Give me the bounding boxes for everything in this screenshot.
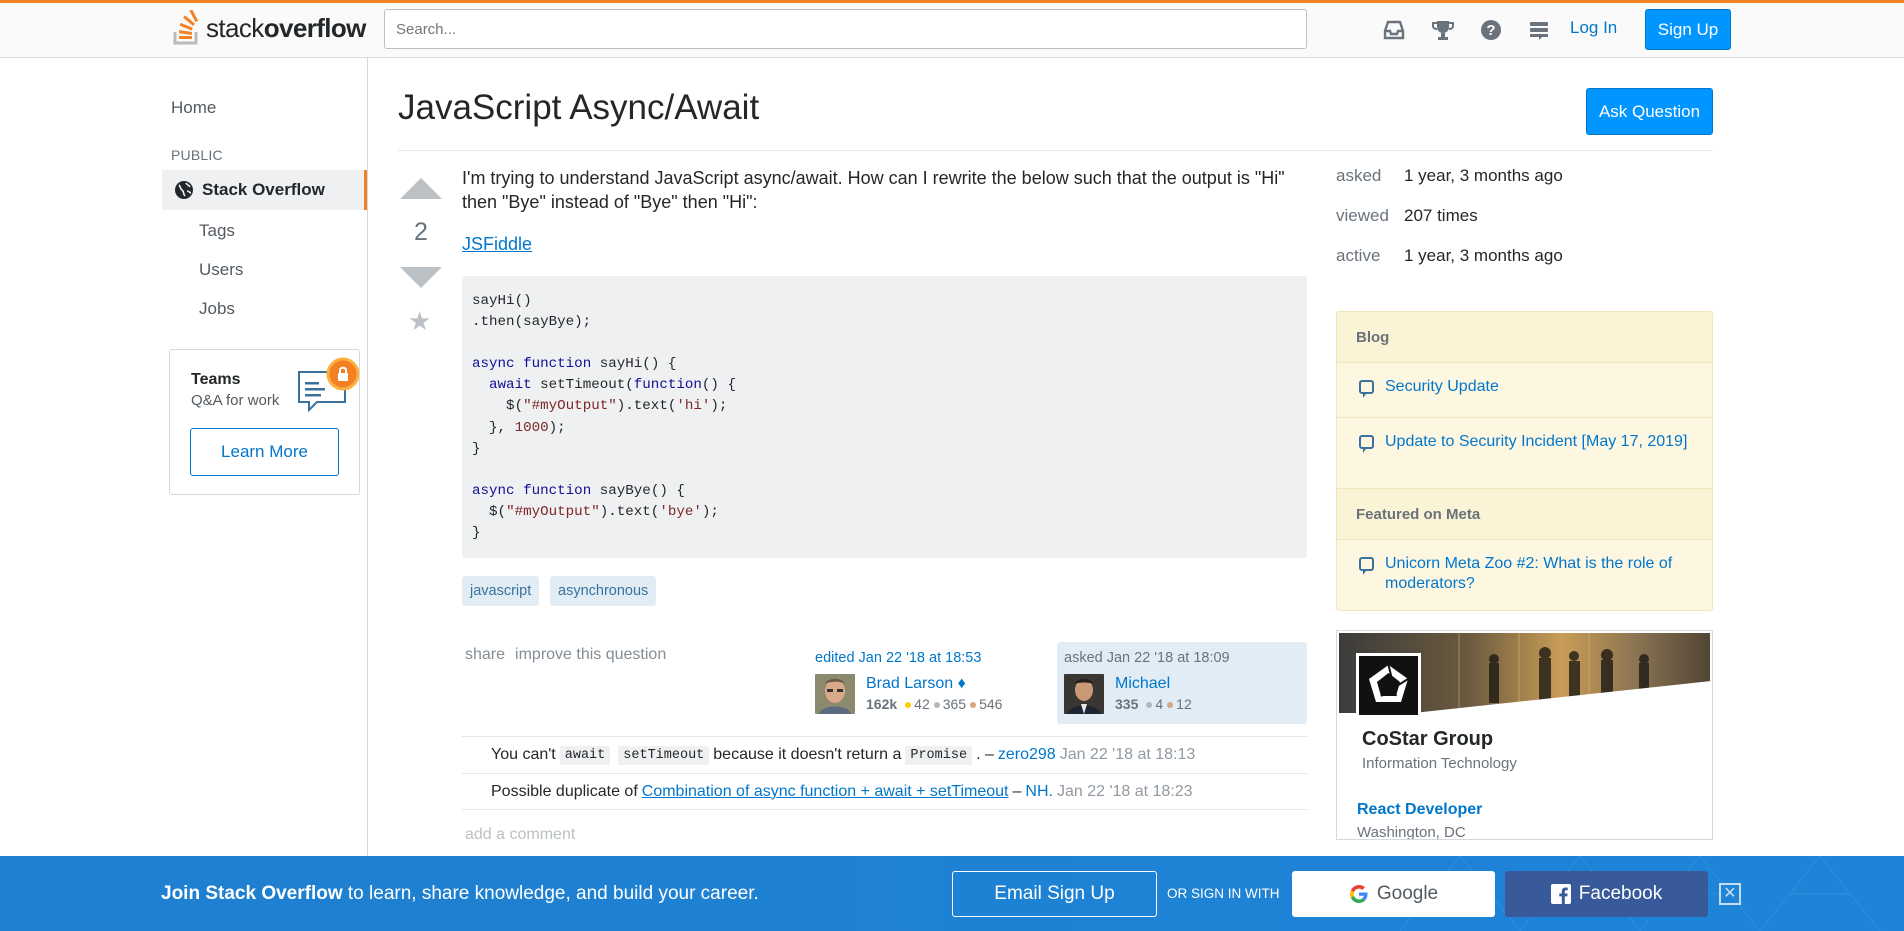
ask-question-button[interactable]: Ask Question <box>1586 88 1713 135</box>
costar-logo <box>1356 653 1421 718</box>
stackoverflow-logo-icon <box>173 10 199 45</box>
blog-item[interactable]: Security Update <box>1337 363 1712 418</box>
editor-avatar-image <box>815 674 855 714</box>
facebook-signin-button[interactable]: Facebook <box>1505 871 1708 917</box>
costar-logo-icon <box>1369 664 1409 702</box>
search-input[interactable] <box>384 9 1307 49</box>
question-body: I'm trying to understand JavaScript asyn… <box>462 168 1285 212</box>
left-sidebar: Home PUBLIC Stack Overflow Tags Users Jo… <box>0 58 368 858</box>
editor-reputation: 162k 42 365 546 <box>866 696 1003 712</box>
globe-icon <box>175 181 193 199</box>
speech-bubble-icon <box>1359 435 1374 453</box>
comment-date: Jan 22 '18 at 18:23 <box>1056 782 1193 800</box>
meta-viewed: viewed 207 times <box>1336 206 1478 225</box>
ad-job-title[interactable]: React Developer <box>1357 801 1482 819</box>
title-divider <box>398 150 1713 151</box>
duplicate-link[interactable]: Combination of async function + await + … <box>642 783 1009 801</box>
google-signin-button[interactable]: Google <box>1292 871 1495 917</box>
asker-avatar-image <box>1064 674 1104 714</box>
blog-widget: Blog Security Update Update to Security … <box>1336 311 1713 611</box>
site-switcher-icon[interactable] <box>1526 17 1552 43</box>
google-icon <box>1349 885 1368 903</box>
signup-banner-text: Join Stack Overflow to learn, share know… <box>161 883 759 904</box>
comment: Possible duplicate of Combination of asy… <box>462 773 1307 810</box>
sidebar-item-jobs[interactable]: Jobs <box>199 299 235 319</box>
edited-user-card: edited Jan 22 '18 at 18:53 Brad Larson ♦… <box>808 642 1033 724</box>
ad-location: Washington, DC <box>1357 824 1466 840</box>
vote-count: 2 <box>414 218 428 246</box>
post-menu: share improve this question <box>465 646 676 664</box>
code-block: sayHi() .then(sayBye); async function sa… <box>462 276 1307 558</box>
avatar[interactable] <box>1064 674 1104 714</box>
asked-timestamp: asked Jan 22 '18 at 18:09 <box>1064 650 1230 666</box>
sidebar-item-users[interactable]: Users <box>199 260 243 280</box>
asker-reputation: 335 4 12 <box>1115 696 1192 712</box>
teams-title: Teams <box>191 371 241 388</box>
meta-active: active 1 year, 3 months ago <box>1336 246 1563 265</box>
login-link[interactable]: Log In <box>1570 18 1617 38</box>
facebook-icon <box>1550 884 1571 904</box>
sidebar-item-label: Stack Overflow <box>202 180 325 199</box>
downvote-icon[interactable] <box>400 267 442 288</box>
ad-company-name[interactable]: CoStar Group <box>1362 728 1493 751</box>
comments-list: You can't await setTimeout because it doe… <box>462 736 1307 810</box>
top-bar: stackoverflow ? Log In Sign Up <box>0 0 1904 58</box>
signup-button[interactable]: Sign Up <box>1645 9 1731 50</box>
editor-name[interactable]: Brad Larson ♦ <box>866 675 966 693</box>
question-title[interactable]: JavaScript Async/Await <box>398 88 759 128</box>
comment-user-link[interactable]: NH. <box>1025 783 1053 801</box>
close-icon[interactable]: ✕ <box>1719 883 1741 905</box>
add-comment-link[interactable]: add a comment <box>465 826 575 844</box>
logo-text: stackoverflow <box>206 12 366 43</box>
tag-javascript[interactable]: javascript <box>462 576 540 606</box>
sidebar-item-stackoverflow[interactable]: Stack Overflow <box>162 170 367 210</box>
sidebar-item-tags[interactable]: Tags <box>199 221 235 241</box>
teams-illustration-icon <box>298 357 359 413</box>
sidebar-section-public: PUBLIC <box>171 147 223 163</box>
comment-date: Jan 22 '18 at 18:13 <box>1059 746 1196 763</box>
comment: You can't await setTimeout because it doe… <box>462 736 1307 773</box>
share-link[interactable]: share <box>465 646 505 663</box>
featured-meta-header: Featured on Meta <box>1337 489 1712 540</box>
sidebar-item-home[interactable]: Home <box>171 98 216 118</box>
speech-bubble-icon <box>1359 557 1374 575</box>
jsfiddle-link[interactable]: JSFiddle <box>462 234 532 255</box>
edited-timestamp[interactable]: edited Jan 22 '18 at 18:53 <box>815 650 981 666</box>
trophy-icon[interactable] <box>1430 17 1456 43</box>
asker-name[interactable]: Michael <box>1115 675 1170 693</box>
signup-banner: Join Stack Overflow to learn, share know… <box>0 856 1904 931</box>
improve-question-link[interactable]: improve this question <box>515 646 666 663</box>
job-ad[interactable]: CoStar Group Information Technology Reac… <box>1336 630 1713 840</box>
ad-industry: Information Technology <box>1362 755 1517 772</box>
inbox-icon[interactable] <box>1381 17 1407 43</box>
asked-user-card: asked Jan 22 '18 at 18:09 Michael 335 4 12 <box>1057 642 1307 724</box>
blog-item[interactable]: Unicorn Meta Zoo #2: What is the role of… <box>1337 540 1712 610</box>
speech-bubble-icon <box>1359 380 1374 398</box>
help-icon[interactable]: ? <box>1478 17 1504 43</box>
teams-promo: Teams Q&A for work Learn More <box>169 349 360 495</box>
blog-header: Blog <box>1337 312 1712 363</box>
favorite-star-icon[interactable]: ★ <box>408 308 431 334</box>
upvote-icon[interactable] <box>400 178 442 199</box>
stackoverflow-logo[interactable]: stackoverflow <box>172 8 366 48</box>
tag-asynchronous[interactable]: asynchronous <box>550 576 657 606</box>
or-sign-in-label: OR SIGN IN WITH <box>1167 886 1280 901</box>
meta-asked: asked 1 year, 3 months ago <box>1336 166 1563 185</box>
learn-more-button[interactable]: Learn More <box>190 428 339 476</box>
comment-user-link[interactable]: zero298 <box>998 746 1056 764</box>
teams-subtitle: Q&A for work <box>191 392 280 409</box>
avatar[interactable] <box>815 674 855 714</box>
svg-text:?: ? <box>1486 22 1495 39</box>
blog-item[interactable]: Update to Security Incident [May 17, 201… <box>1337 418 1712 489</box>
email-signup-button[interactable]: Email Sign Up <box>952 871 1157 917</box>
